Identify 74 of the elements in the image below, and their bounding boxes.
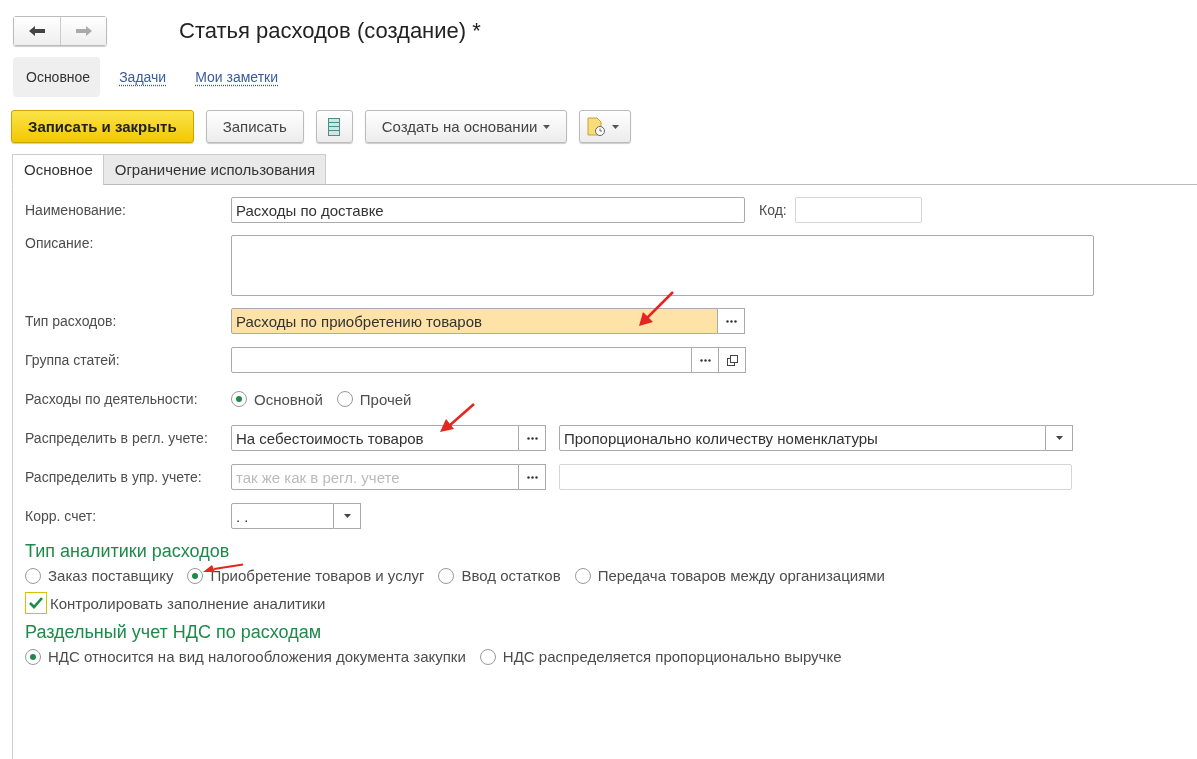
radio-label: НДС распределяется пропорционально выручке — [502, 648, 842, 665]
section-link[interactable]: Мои заметки — [182, 57, 288, 97]
checkbox[interactable] — [25, 592, 47, 614]
distribution-field[interactable]: На себестоимость товаров — [231, 425, 519, 451]
code-field[interactable] — [794, 197, 922, 223]
forward-arrow-icon — [74, 25, 93, 37]
checkbox-label: Контролировать заполнение аналитики — [50, 594, 326, 612]
method-field[interactable] — [559, 464, 1072, 490]
radio-button[interactable] — [231, 391, 247, 407]
field-label: Расходы по деятельности: — [25, 391, 199, 407]
back-arrow-icon — [28, 25, 46, 37]
radio-label: Приобретение товаров и услуг — [210, 567, 425, 584]
radio-label: Передача товаров между организациями — [597, 567, 885, 584]
ellipsis-icon — [725, 319, 737, 323]
description-field[interactable] — [231, 235, 1094, 296]
check-icon — [28, 596, 44, 610]
expense-type-field[interactable]: Расходы по приобретению товаров — [231, 308, 718, 334]
field-label: Наименование: — [25, 202, 127, 218]
caret-icon — [543, 124, 551, 129]
section-link[interactable]: Основное — [13, 57, 101, 97]
ellipsis-icon — [699, 358, 711, 362]
dropdown-button[interactable] — [1046, 425, 1073, 451]
radio-label: Заказ поставщику — [48, 567, 174, 584]
radio-button[interactable] — [336, 391, 353, 407]
field-label: Группа статей: — [25, 352, 121, 368]
select-button[interactable] — [718, 308, 745, 334]
name-field[interactable]: Расходы по доставке — [231, 197, 745, 223]
back-button[interactable] — [14, 17, 60, 45]
select-button[interactable] — [692, 347, 719, 373]
method-dropdown[interactable]: Пропорционально количеству номенклатуры — [559, 425, 1046, 451]
open-window-icon — [726, 354, 738, 366]
document-menu-button[interactable] — [579, 110, 632, 143]
field-label: Корр. счет: — [25, 508, 98, 524]
radio-button[interactable] — [25, 648, 41, 665]
radio-button[interactable] — [479, 648, 496, 665]
tab[interactable]: Основное — [12, 154, 104, 185]
section-heading: Раздельный учет НДС по расходам — [25, 622, 322, 643]
create-based-on-button[interactable]: Создать на основании — [364, 110, 568, 143]
caret-icon — [1055, 436, 1063, 440]
radio-label: Ввод остатков — [461, 567, 561, 584]
radio-button[interactable] — [187, 567, 204, 584]
radio-label: Основной — [254, 390, 323, 408]
caret-icon — [343, 514, 351, 518]
document-clock-icon — [586, 116, 607, 137]
radio-label: НДС относится на вид налогообложения документа закупки — [48, 648, 466, 665]
distribution-field[interactable]: так же как в регл. учете — [231, 464, 519, 490]
select-button[interactable] — [519, 425, 546, 451]
field-label: Тип расходов: — [25, 313, 118, 329]
list-icon — [328, 117, 341, 136]
annotation-arrow — [437, 401, 477, 435]
radio-button[interactable] — [574, 567, 591, 584]
list-button[interactable] — [315, 110, 353, 143]
section-heading: Тип аналитики расходов — [25, 541, 230, 562]
ellipsis-icon — [526, 475, 538, 479]
radio-button[interactable] — [25, 567, 41, 584]
tab[interactable]: Ограничение использования — [102, 154, 327, 185]
select-button[interactable] — [519, 464, 546, 490]
radio-button[interactable] — [438, 567, 455, 584]
window-title: Статья расходов (создание) * — [179, 18, 481, 44]
section-link[interactable]: Задачи — [106, 57, 177, 97]
radio-label: Прочей — [359, 390, 412, 408]
field-label: Код: — [759, 202, 787, 218]
group-field[interactable] — [231, 347, 692, 373]
annotation-arrow — [636, 289, 676, 329]
open-button[interactable] — [719, 347, 746, 373]
ellipsis-icon — [526, 436, 538, 440]
caret-icon — [612, 124, 620, 129]
field-label: Распределить в упр. учете: — [25, 469, 203, 485]
field-label: Распределить в регл. учете: — [25, 430, 209, 446]
dropdown-button[interactable] — [334, 503, 361, 529]
field-label: Описание: — [25, 235, 95, 251]
save-button[interactable]: Записать — [205, 110, 304, 143]
account-field[interactable]: . . — [231, 503, 334, 529]
save-and-close-button[interactable]: Записать и закрыть — [11, 110, 194, 143]
